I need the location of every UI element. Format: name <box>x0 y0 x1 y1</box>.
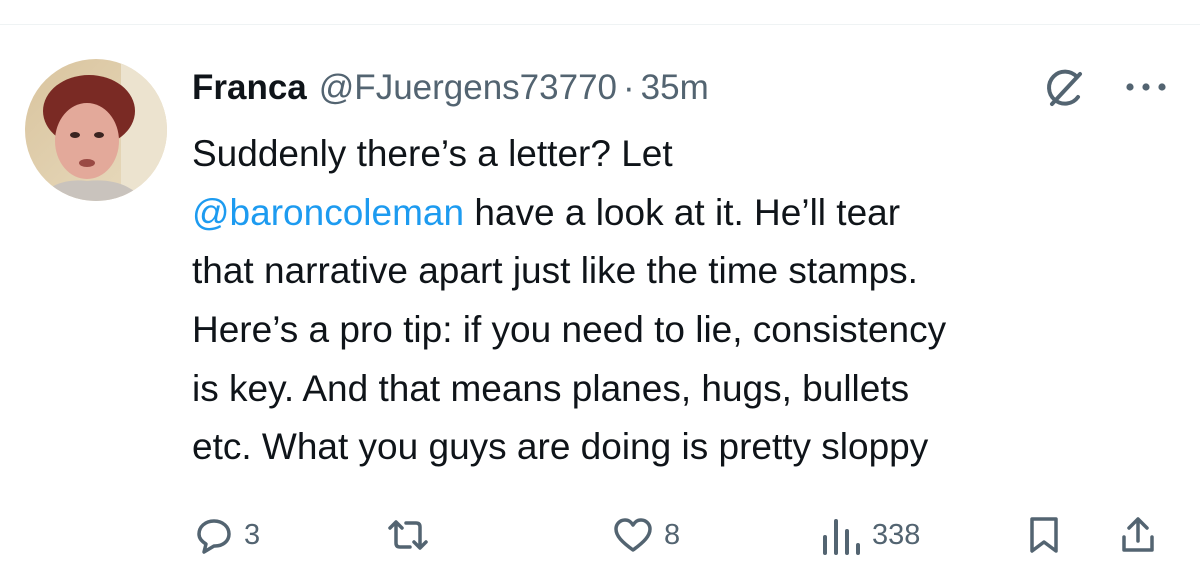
tweet-header: Franca @FJuergens73770 · 35m <box>192 60 709 116</box>
like-icon <box>610 513 656 557</box>
mention-link[interactable]: @baroncoleman <box>192 192 464 233</box>
share-button[interactable] <box>1116 505 1160 565</box>
bookmark-button[interactable] <box>1026 505 1062 565</box>
tweet-text-segment: Suddenly there’s a letter? Let <box>192 133 673 174</box>
views-button[interactable]: 338 <box>816 505 920 565</box>
views-count: 338 <box>872 518 921 551</box>
author-handle[interactable]: @FJuergens73770 <box>319 68 617 108</box>
tweet-text-line: @baroncoleman have a look at it. He’ll t… <box>192 184 1182 243</box>
share-icon <box>1116 513 1160 557</box>
views-icon <box>816 513 864 557</box>
reply-count: 3 <box>244 518 261 551</box>
action-bar: 3 8 338 <box>0 505 1200 565</box>
avatar-image <box>25 59 167 201</box>
avatar[interactable] <box>25 59 167 201</box>
like-count: 8 <box>664 518 681 551</box>
tweet-timestamp[interactable]: 35m <box>641 68 709 108</box>
reply-button[interactable]: 3 <box>192 505 260 565</box>
tweet-text-line: etc. What you guys are doing is pretty s… <box>192 418 1182 477</box>
tweet-text-segment: have a look at it. He’ll tear <box>464 191 901 233</box>
like-button[interactable]: 8 <box>610 505 680 565</box>
tweet-text-segment: that narrative apart just like the time … <box>192 250 918 292</box>
tweet-text: Suddenly there’s a letter? Let @baroncole… <box>192 125 1182 477</box>
tweet-text-segment: is key. And that means planes, hugs, bul… <box>192 367 910 409</box>
more-icon[interactable] <box>1121 77 1171 97</box>
bookmark-icon <box>1026 513 1062 557</box>
grok-icon[interactable] <box>1042 66 1088 112</box>
separator-dot: · <box>623 68 635 107</box>
tweet-text-line: Here’s a pro tip: if you need to lie, co… <box>192 301 1182 360</box>
top-divider <box>0 24 1200 25</box>
tweet-text-line: Suddenly there’s a letter? Let <box>192 125 1182 184</box>
retweet-icon <box>384 513 432 557</box>
reply-icon <box>192 513 236 557</box>
tweet-text-line: is key. And that means planes, hugs, bul… <box>192 360 1182 419</box>
retweet-button[interactable] <box>384 505 440 565</box>
tweet-text-segment: etc. What you guys are doing is pretty s… <box>192 426 929 468</box>
tweet-text-line: that narrative apart just like the time … <box>192 242 1182 301</box>
tweet-text-segment: Here’s a pro tip: if you need to lie, co… <box>192 309 947 351</box>
author-name[interactable]: Franca <box>192 68 307 108</box>
